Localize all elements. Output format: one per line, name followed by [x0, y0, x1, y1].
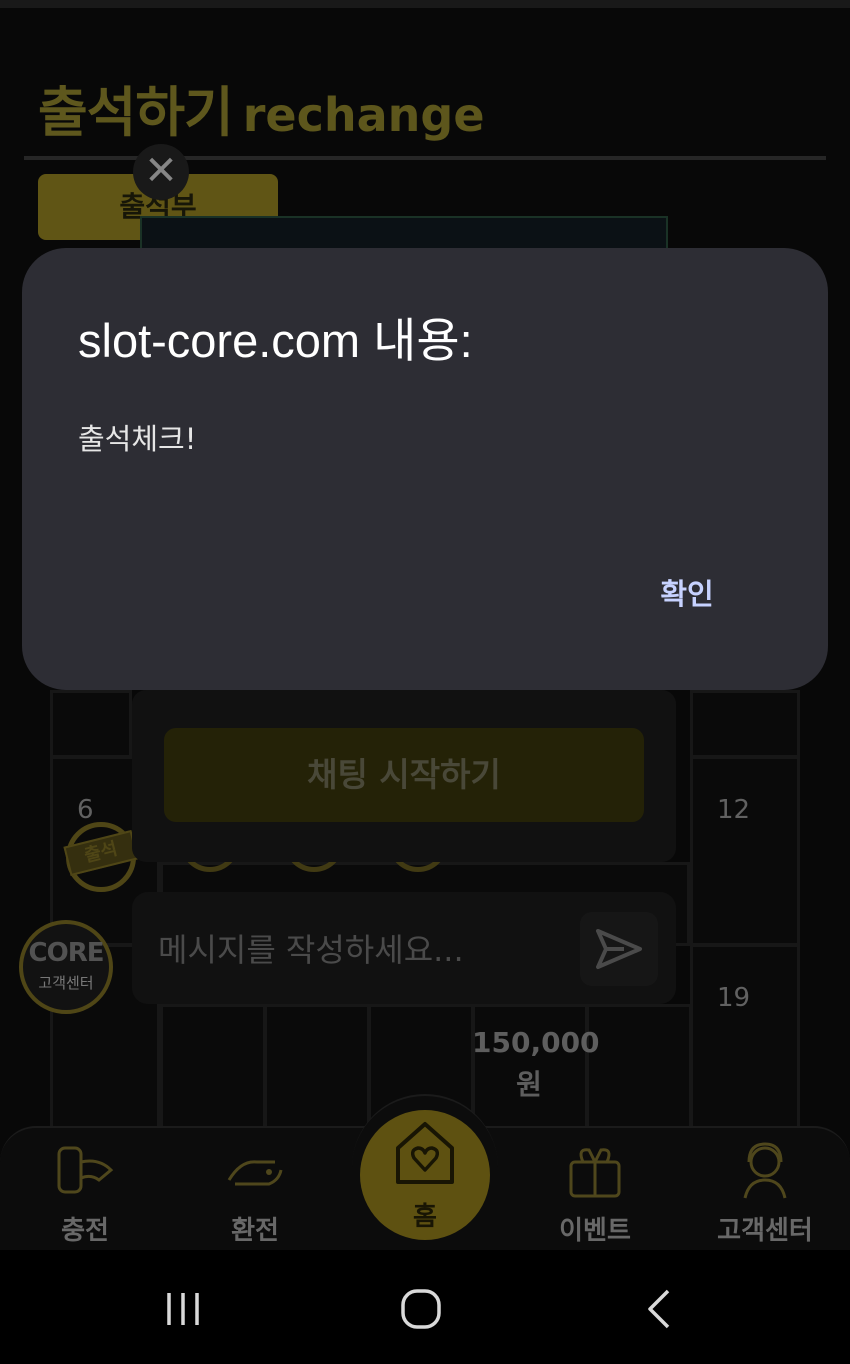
dialog-message: 출석체크!: [78, 422, 197, 456]
home-system-button[interactable]: [391, 1284, 451, 1334]
dialog-title: slot-core.com 내용:: [78, 314, 473, 367]
dialog-ok-button[interactable]: 확인: [642, 564, 732, 624]
home-icon: [401, 1289, 441, 1329]
recent-apps-button[interactable]: [153, 1284, 213, 1334]
back-icon: [648, 1289, 670, 1329]
alert-dialog: slot-core.com 내용: 출석체크! 확인: [22, 248, 828, 690]
back-button[interactable]: [630, 1284, 690, 1334]
recent-apps-icon: [167, 1293, 199, 1325]
